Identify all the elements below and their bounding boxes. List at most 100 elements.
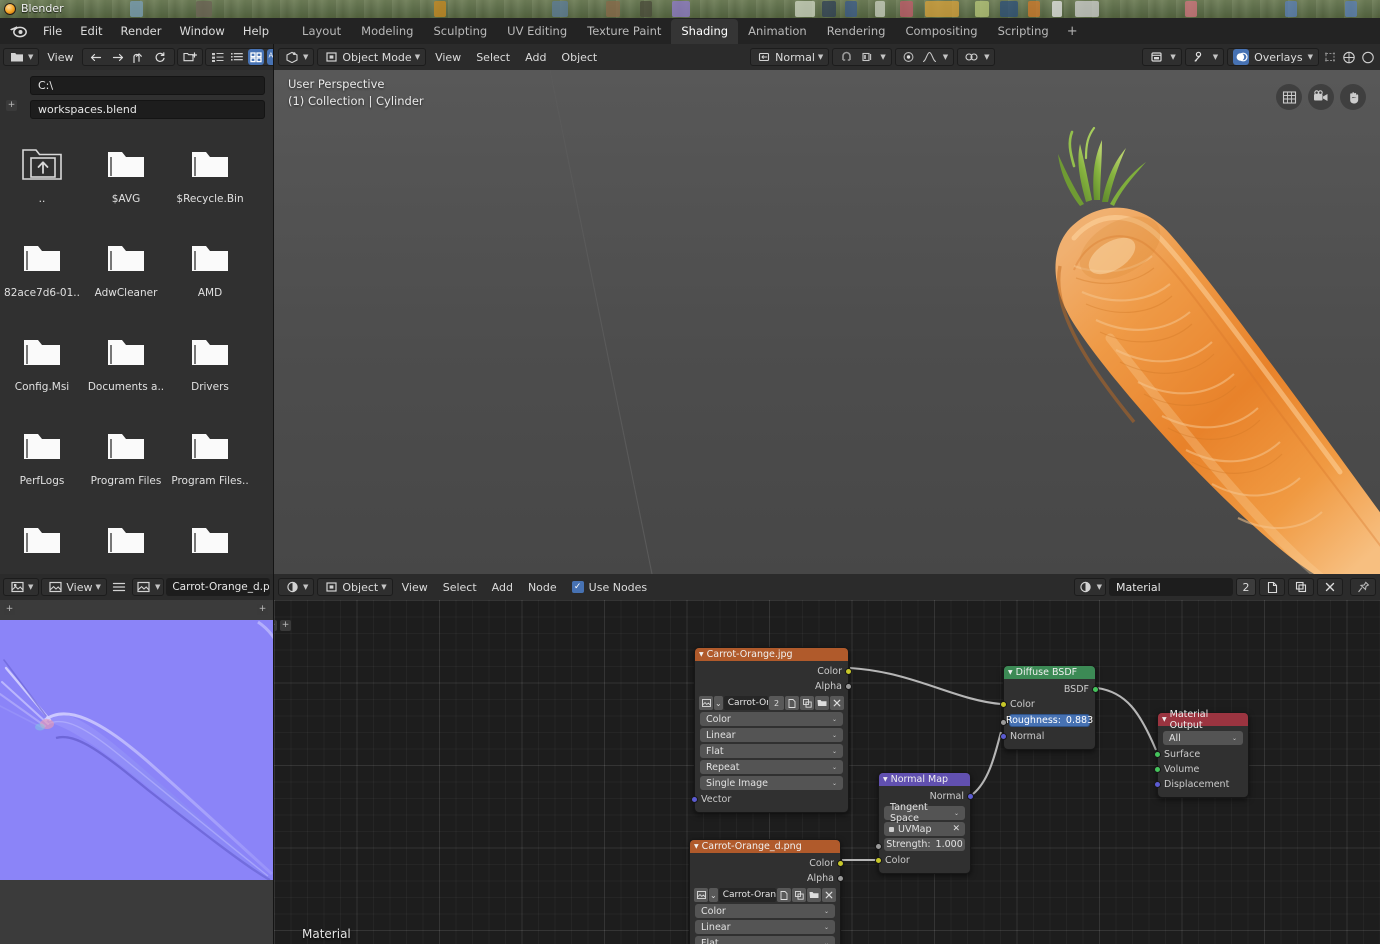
overlays-dropdown[interactable]: Overlays ▼ [1227,48,1319,66]
material-users-count[interactable]: 2 [1236,578,1256,596]
socket-color-out[interactable] [845,668,852,675]
chevron-down-icon[interactable]: ⌄ [714,696,723,710]
object-mode-dropdown[interactable]: Object Mode ▼ [317,48,426,66]
socket-bsdf-out[interactable] [1092,686,1099,693]
menu-window[interactable]: Window [170,21,233,41]
viewport-add-menu[interactable]: Add [519,51,552,64]
copy-image-icon[interactable] [800,696,814,710]
proportional-edit-group[interactable]: ▼ [895,48,954,66]
object-types-visibility-button[interactable]: ▼ [1142,48,1181,66]
socket-normal-in[interactable] [1000,733,1007,740]
strength-value-field[interactable]: Strength: 1.000 [884,838,965,851]
socket-roughness-in[interactable] [1000,719,1007,726]
collapse-triangle-icon[interactable]: ▼ [699,651,704,658]
interpolation-dropdown[interactable]: Linear ⌄ [700,728,843,742]
interpolation-dropdown[interactable]: Linear ⌄ [695,920,835,934]
node-output-alpha[interactable]: Alpha [690,871,840,886]
thumbnail-grid-icon[interactable] [248,49,264,65]
node-input-normal[interactable]: Normal [1004,729,1095,744]
file-item-avg[interactable]: $AVG [84,136,168,230]
socket-color-in[interactable] [1000,701,1007,708]
shader-editor-canvas[interactable]: ▼ Carrot-Orange.jpg Color Alpha [274,600,1380,944]
projection-dropdown[interactable]: Flat ⌄ [700,744,843,758]
tab-modeling[interactable]: Modeling [351,19,423,44]
roughness-slider[interactable]: Roughness: 0.883 [1009,714,1090,727]
use-nodes-toggle[interactable]: ✓ Use Nodes [572,581,648,594]
image-name-field[interactable]: Carrot-Orange_d.p [166,578,270,596]
file-name-input[interactable]: workspaces.blend [30,100,265,119]
directory-path-input[interactable]: C:\ [30,76,265,95]
transform-orientation-dropdown[interactable]: Normal ▼ [750,48,829,66]
viewport-editor-type-button[interactable]: ▼ [278,48,314,66]
collapse-triangle-icon[interactable]: ▼ [1008,669,1013,676]
snap-magnet-icon[interactable] [838,49,854,65]
shader-editor-type-button[interactable]: ▼ [278,578,314,596]
node-output-color[interactable]: Color [695,664,848,679]
viewport-select-menu[interactable]: Select [470,51,516,64]
image-editor-type-button[interactable]: ▼ [3,578,39,596]
socket-displacement-in[interactable] [1154,781,1161,788]
browse-material-button[interactable]: ▼ [1074,578,1106,596]
new-image-icon[interactable] [785,696,799,710]
file-item-82ace7d6[interactable]: 82ace7d6-01.. [0,230,84,324]
node-output-alpha[interactable]: Alpha [695,679,848,694]
shading-solid-icon[interactable] [1360,49,1376,65]
color-space-dropdown[interactable]: Color ⌄ [700,712,843,726]
projection-dropdown[interactable]: Flat ⌄ [695,936,835,944]
navigation-gizmo-icon[interactable] [1276,84,1302,110]
node-input-volume[interactable]: Volume [1158,762,1248,777]
open-image-icon[interactable] [807,888,821,902]
xray-toggle-icon[interactable] [1322,49,1338,65]
node-output-bsdf[interactable]: BSDF [1004,682,1095,697]
unlink-x-icon[interactable] [830,696,844,710]
new-image-icon[interactable] [777,888,791,902]
file-item-parent[interactable]: .. [0,136,84,230]
tab-uv-editing[interactable]: UV Editing [497,19,577,44]
collapse-triangle-icon[interactable]: ▼ [1162,716,1167,723]
copy-material-button[interactable] [1288,578,1314,596]
new-material-button[interactable] [1259,578,1285,596]
clear-uv-x-icon[interactable]: ✕ [952,824,960,834]
node-input-surface[interactable]: Surface [1158,747,1248,762]
shading-wireframe-icon[interactable] [1341,49,1357,65]
tab-texture-paint[interactable]: Texture Paint [577,19,671,44]
collapse-triangle-icon[interactable]: ▼ [883,776,888,783]
3d-viewport-canvas[interactable]: User Perspective (1) Collection | Cylind… [274,70,1380,574]
collapse-triangle-icon[interactable]: ▼ [694,843,699,850]
image-name-value[interactable]: Carrot-Orange_d.. [719,888,776,902]
file-item-perflogs[interactable]: PerfLogs [0,418,84,512]
file-item-adwcleaner[interactable]: AdwCleaner [84,230,168,324]
file-item-documents-and-settings[interactable]: Documents a.. [84,324,168,418]
node-output-normal[interactable]: Normal [879,789,970,804]
file-item-partial-2[interactable] [84,512,168,574]
refresh-icon[interactable] [152,49,168,65]
extension-dropdown[interactable]: Repeat ⌄ [700,760,843,774]
tab-layout[interactable]: Layout [292,19,351,44]
tab-rendering[interactable]: Rendering [817,19,896,44]
chevron-down-icon[interactable]: ⌄ [709,888,718,902]
image-editor-region-toggle-right[interactable]: + [257,604,268,615]
normal-space-dropdown[interactable]: Tangent Space ⌄ [884,806,965,820]
socket-color-out[interactable] [837,860,844,867]
image-editor-region-toggle-left[interactable]: + [4,604,15,615]
move-view-hand-icon[interactable] [1340,84,1366,110]
shader-select-menu[interactable]: Select [437,581,483,594]
socket-strength-in[interactable] [875,843,882,850]
proportional-edit-icon[interactable] [901,49,917,65]
unlink-material-button[interactable] [1317,578,1343,596]
socket-alpha-out[interactable] [837,875,844,882]
file-browser-view-menu[interactable]: View [41,51,79,64]
use-nodes-checkbox[interactable]: ✓ [572,581,584,593]
copy-image-icon[interactable] [792,888,806,902]
file-item-recycle-bin[interactable]: $Recycle.Bin [168,136,252,230]
file-browser-editor-type-button[interactable]: ▼ [3,48,39,66]
socket-surface-in[interactable] [1154,751,1161,758]
image-editor-canvas[interactable]: + + [0,600,274,944]
node-header[interactable]: ▼ Normal Map [879,773,970,786]
socket-alpha-out[interactable] [845,683,852,690]
shader-editor-region-toggle-right[interactable]: + [280,620,291,631]
node-output-color[interactable]: Color [690,856,840,871]
file-item-partial-3[interactable] [168,512,252,574]
arrow-right-icon[interactable] [110,49,126,65]
viewport-object-menu[interactable]: Object [555,51,603,64]
